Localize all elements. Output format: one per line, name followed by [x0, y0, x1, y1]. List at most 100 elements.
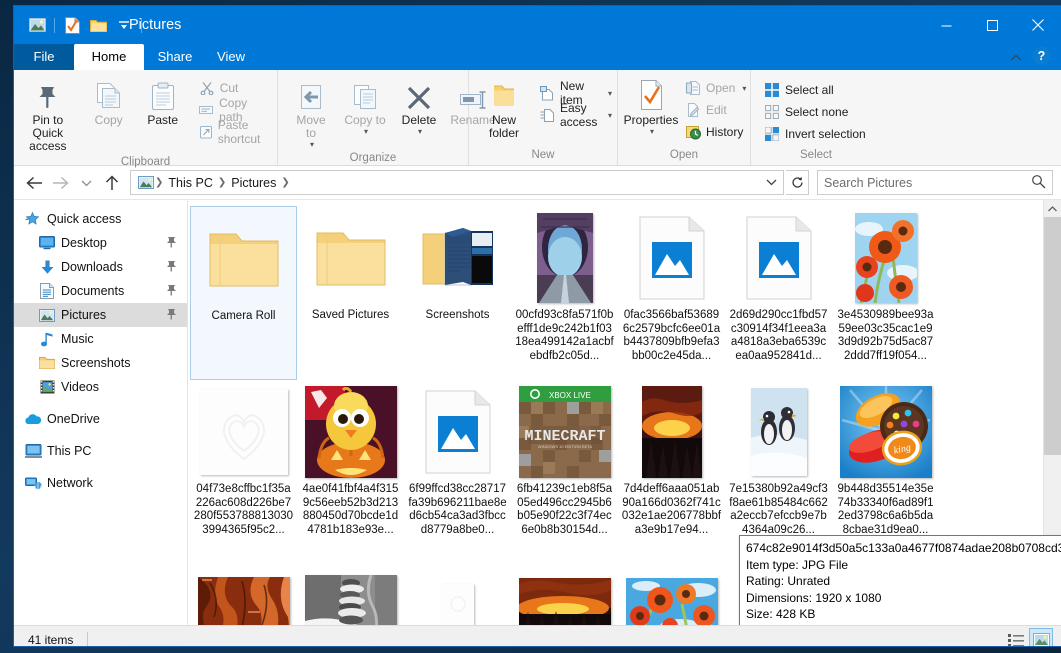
breadcrumb-sep-1[interactable]: ❯: [217, 177, 227, 188]
maximize-button[interactable]: [969, 6, 1015, 44]
details-view-button[interactable]: [1005, 629, 1027, 646]
easy-access-caret-icon[interactable]: ▾: [608, 111, 612, 120]
sidebar-item-onedrive[interactable]: OneDrive: [14, 407, 187, 431]
tab-view[interactable]: View: [206, 44, 256, 70]
sidebar-item-network[interactable]: Network: [14, 471, 187, 495]
sidebar-item-desktop[interactable]: Desktop: [14, 231, 187, 255]
file-item[interactable]: Camera Roll: [190, 206, 297, 380]
file-list-view[interactable]: Camera Roll Saved Pictures Screenshots 0…: [188, 200, 1061, 625]
chevron-up-icon[interactable]: [1010, 49, 1022, 67]
move-to-caret-icon[interactable]: ▾: [310, 140, 314, 149]
photo-thumbnail: [190, 384, 297, 479]
pin-icon[interactable]: [166, 284, 177, 299]
file-item[interactable]: [511, 554, 618, 625]
new-folder-icon: [489, 77, 519, 111]
tab-share[interactable]: Share: [144, 44, 206, 70]
photo-thumbnail: [297, 384, 404, 479]
folder-icon[interactable]: [87, 14, 109, 36]
search-icon[interactable]: [1031, 174, 1046, 194]
sidebar-item-pictures[interactable]: Pictures: [14, 303, 187, 327]
file-item[interactable]: [404, 554, 511, 625]
copy-to-button[interactable]: Copy to ▾: [338, 75, 392, 138]
file-item[interactable]: 4ae0f41fbf4a4f3159c56eeb52b3d213880450d7…: [297, 380, 404, 554]
move-to-button[interactable]: Move to ▾: [284, 75, 338, 151]
main-content: Quick access Desktop Downloads Documents…: [14, 200, 1061, 625]
file-item[interactable]: Saved Pictures: [297, 206, 404, 380]
file-item[interactable]: 6f99ffcd38cc28717fa39b696211bae8ed6cb54c…: [404, 380, 511, 554]
this-pc-icon: [22, 444, 44, 458]
sidebar-label-desktop: Desktop: [61, 236, 107, 250]
file-item[interactable]: XBOX LIVE MINECRAFT WINDOWS 10 EDITION B…: [511, 380, 618, 554]
file-item[interactable]: [618, 554, 725, 625]
breadcrumb-this-pc[interactable]: This PC: [164, 176, 216, 190]
sidebar-item-quick-access[interactable]: Quick access: [14, 207, 187, 231]
easy-access-button[interactable]: Easy access ▾: [535, 101, 617, 129]
paste-icon: [149, 77, 177, 111]
sidebar-label-videos: Videos: [61, 380, 99, 394]
delete-button[interactable]: Delete ▾: [392, 75, 446, 138]
paste-shortcut-button[interactable]: Paste shortcut: [194, 118, 277, 146]
pin-icon[interactable]: [166, 260, 177, 275]
large-icons-view-button[interactable]: [1029, 627, 1053, 646]
select-none-button[interactable]: Select none: [759, 101, 871, 123]
file-item[interactable]: 0fac3566baf536896c2579bcfc6ee01ab4437809…: [618, 206, 725, 380]
up-arrow-icon[interactable]: [100, 171, 124, 195]
delete-label: Delete: [401, 113, 437, 127]
paste-button[interactable]: Paste: [136, 75, 190, 129]
file-item[interactable]: 9d3d5f4b786f804a35fcaf6dfec8e4799d677372…: [190, 554, 297, 625]
file-item[interactable]: 7e15380b92a49cf3f8ae61b85484c662a2eccb7e…: [725, 380, 832, 554]
search-input[interactable]: Search Pictures: [817, 170, 1053, 195]
invert-selection-button[interactable]: Invert selection: [759, 123, 871, 145]
chevron-down-icon[interactable]: [761, 171, 781, 192]
open-button[interactable]: Open ▾: [680, 77, 751, 99]
file-item[interactable]: 00cfd93c8fa571f0befff1de9c242b1f0318ea49…: [511, 206, 618, 380]
recent-locations-icon[interactable]: [74, 171, 98, 195]
close-button[interactable]: [1015, 6, 1061, 44]
forward-arrow-icon[interactable]: [48, 171, 72, 195]
pin-to-quick-access-button[interactable]: Pin to Quick access: [14, 75, 82, 155]
picture-icon[interactable]: [26, 14, 48, 36]
breadcrumb-pictures[interactable]: Pictures: [227, 176, 280, 190]
file-item[interactable]: Screenshots: [404, 206, 511, 380]
file-item[interactable]: 31d9220923cbc3d82674e7987e6b45e53de133ec…: [297, 554, 404, 625]
file-name: Saved Pictures: [311, 309, 390, 321]
properties-button[interactable]: Properties ▾: [624, 75, 678, 138]
edit-button[interactable]: Edit: [680, 99, 751, 121]
file-item[interactable]: 3e4530989bee93a59ee03c35cac1e93d9d92b75d…: [832, 206, 939, 380]
address-bar[interactable]: ❯ This PC ❯ Pictures ❯: [130, 170, 784, 195]
copy-button[interactable]: Copy: [82, 75, 136, 129]
refresh-icon[interactable]: [786, 170, 809, 195]
file-item[interactable]: 7d4deff6aaa051ab90a166d0362f741c032e1ae2…: [618, 380, 725, 554]
scrollbar-thumb[interactable]: [1044, 217, 1061, 455]
new-folder-button[interactable]: New folder: [477, 75, 531, 142]
help-icon[interactable]: ?: [1032, 46, 1051, 70]
sidebar-label-this-pc: This PC: [47, 444, 92, 458]
sidebar-item-videos[interactable]: Videos: [14, 375, 187, 399]
pin-icon[interactable]: [166, 236, 177, 251]
pin-icon[interactable]: [166, 308, 177, 323]
tab-home[interactable]: Home: [74, 44, 144, 70]
open-caret-icon[interactable]: ▾: [742, 84, 746, 93]
copy-to-caret-icon[interactable]: ▾: [364, 127, 368, 136]
new-item-caret-icon[interactable]: ▾: [608, 89, 612, 98]
properties-checklist-icon[interactable]: [61, 14, 83, 36]
scroll-up-arrow-icon[interactable]: [1044, 200, 1061, 217]
file-item[interactable]: 2d69d290cc1fbd57c30914f34f1eea3aa4818a3e…: [725, 206, 832, 380]
sidebar-item-documents[interactable]: Documents: [14, 279, 187, 303]
select-all-button[interactable]: Select all: [759, 79, 871, 101]
back-arrow-icon[interactable]: [22, 171, 46, 195]
sidebar-item-this-pc[interactable]: This PC: [14, 439, 187, 463]
sidebar-item-screenshots[interactable]: Screenshots: [14, 351, 187, 375]
properties-caret-icon[interactable]: ▾: [650, 127, 654, 136]
file-item[interactable]: king 9b448d35514e35e74b33340f6ad89f12ed3…: [832, 380, 939, 554]
ribbon-group-new: New folder New item ▾ Easy access ▾ New: [469, 70, 618, 165]
minimize-button[interactable]: [923, 6, 969, 44]
delete-caret-icon[interactable]: ▾: [418, 127, 422, 136]
sidebar-item-music[interactable]: Music: [14, 327, 187, 351]
history-button[interactable]: History: [680, 121, 751, 143]
tab-file[interactable]: File: [14, 44, 74, 70]
file-name: 0fac3566baf536896c2579bcfc6ee01ab4437809…: [622, 309, 721, 362]
file-item[interactable]: 04f73e8cffbc1f35a226ac608d226be7280f5537…: [190, 380, 297, 554]
breadcrumb-sep-2[interactable]: ❯: [280, 177, 290, 188]
sidebar-item-downloads[interactable]: Downloads: [14, 255, 187, 279]
